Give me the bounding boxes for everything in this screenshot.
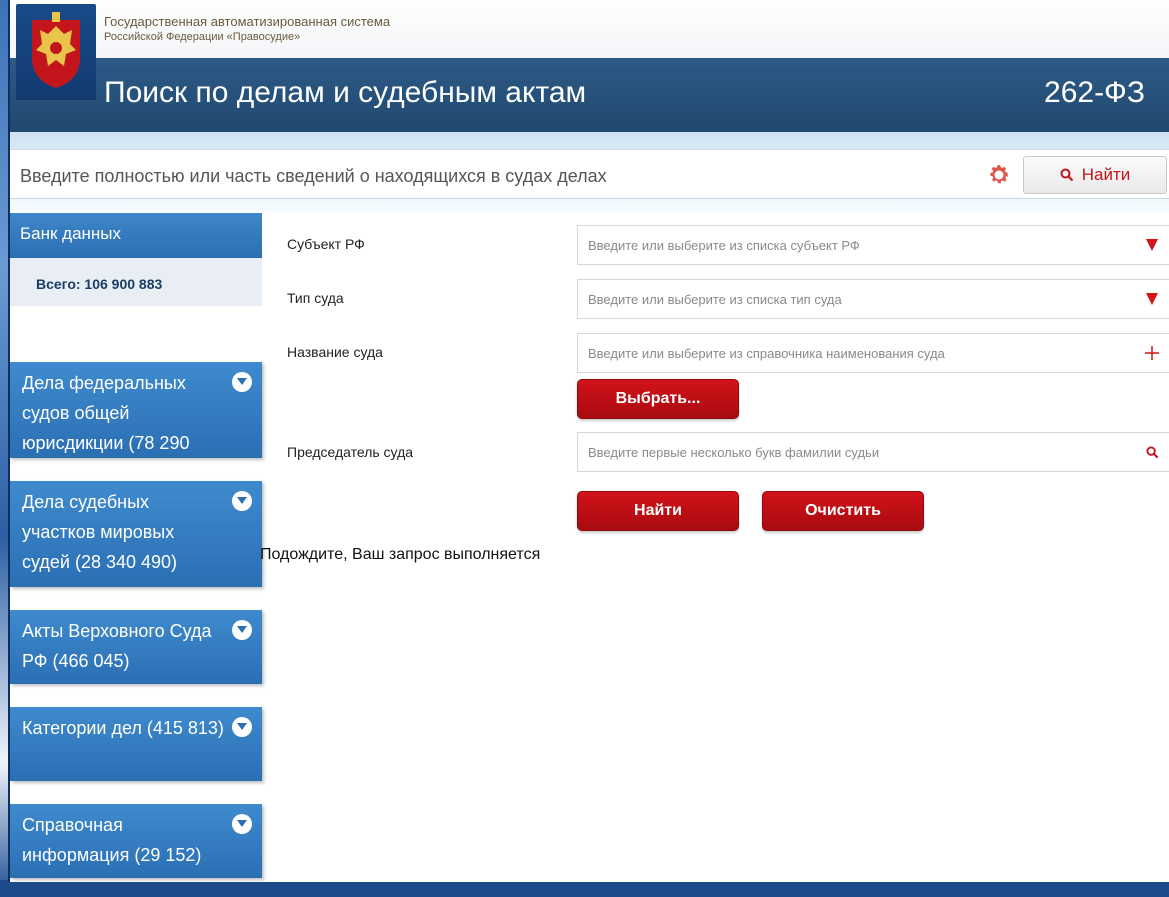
sidebar-item-reference-info[interactable]: Справочная информация (29 152): [10, 804, 262, 878]
search-submit-button[interactable]: Найти: [1023, 156, 1167, 194]
background-strip: [0, 880, 1169, 897]
subject-label: Субъект РФ: [287, 236, 365, 252]
sidebar-item-label: Акты Верховного Суда РФ (466 045): [22, 621, 212, 671]
database-total: Всего: 106 900 883: [10, 258, 262, 306]
chairman-field: [577, 432, 1169, 472]
court-type-dropdown-toggle[interactable]: [1134, 280, 1169, 318]
chevron-down-icon: [232, 717, 252, 737]
sidebar-item-label: Справочная информация (29 152): [22, 815, 202, 865]
subject-dropdown-toggle[interactable]: [1134, 226, 1169, 264]
chairman-input[interactable]: [578, 433, 1128, 471]
search-submit-label: Найти: [1081, 165, 1131, 184]
coat-of-arms-logo: [16, 4, 96, 100]
court-name-input[interactable]: [578, 334, 1128, 372]
org-name-line2: Российской Федерации «Правосудие»: [104, 31, 301, 43]
database-header: Банк данных: [10, 213, 262, 258]
find-button[interactable]: Найти: [577, 491, 739, 531]
top-bar: Государственная автоматизированная систе…: [10, 0, 1169, 58]
dropdown-arrow-icon: [1146, 239, 1158, 251]
org-name-line1: Государственная автоматизированная систе…: [104, 14, 391, 29]
title-bar: Поиск по делам и судебным актам 262-ФЗ: [10, 58, 1169, 132]
sidebar-item-label: Категории дел (415 813): [22, 718, 224, 738]
gear-icon[interactable]: [987, 163, 1011, 187]
dropdown-arrow-icon: [1146, 293, 1158, 305]
sidebar-item-label: Дела судебных участков мировых судей (28…: [22, 492, 178, 572]
court-name-field: [577, 333, 1169, 373]
main-search-input[interactable]: [20, 163, 960, 189]
clear-button[interactable]: Очистить: [762, 491, 924, 531]
plus-icon: [1145, 346, 1159, 360]
court-type-input[interactable]: [578, 280, 1128, 318]
sidebar-item-label: Дела федеральных судов общей юрисдикции …: [22, 373, 190, 483]
subject-field: [577, 225, 1169, 265]
chairman-label: Председатель суда: [287, 444, 414, 460]
chevron-down-icon: [232, 620, 252, 640]
search-zone: Найти: [10, 132, 1169, 212]
search-bar: Найти: [10, 149, 1169, 199]
law-number: 262-ФЗ: [1044, 76, 1145, 109]
loading-status-text: Подождите, Ваш запрос выполняется: [260, 546, 541, 563]
page: Государственная автоматизированная систе…: [8, 0, 1169, 882]
sidebar-item-magistrate-courts[interactable]: Дела судебных участков мировых судей (28…: [10, 481, 262, 587]
chevron-down-icon: [232, 372, 252, 392]
sidebar-item-supreme-court-acts[interactable]: Акты Верховного Суда РФ (466 045): [10, 610, 262, 684]
page-title: Поиск по делам и судебным актам: [104, 76, 587, 109]
court-type-label: Тип суда: [287, 290, 344, 306]
search-icon: [1145, 445, 1158, 458]
choose-court-button[interactable]: Выбрать...: [577, 379, 739, 419]
chevron-down-icon: [232, 491, 252, 511]
sidebar-item-case-categories[interactable]: Категории дел (415 813): [10, 707, 262, 781]
court-name-label: Название суда: [287, 344, 383, 360]
court-type-field: [577, 279, 1169, 319]
subject-input[interactable]: [578, 226, 1128, 264]
search-icon: [1060, 168, 1074, 182]
chevron-down-icon: [232, 814, 252, 834]
sidebar-item-federal-courts[interactable]: Дела федеральных судов общей юрисдикции …: [10, 362, 262, 483]
chairman-search-button[interactable]: [1134, 433, 1169, 471]
court-name-add-button[interactable]: [1134, 334, 1169, 372]
